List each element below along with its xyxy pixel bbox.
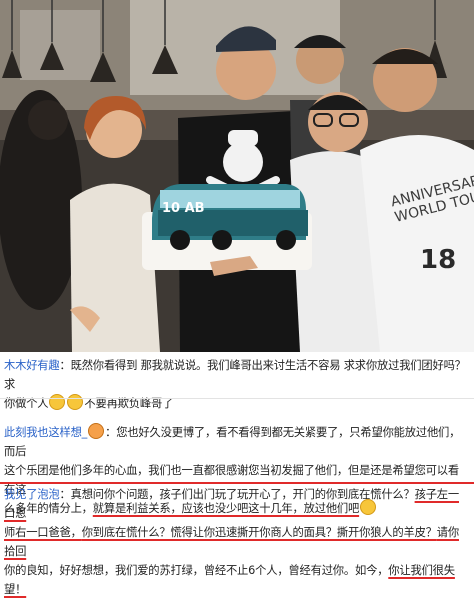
svg-text:10 AB: 10 AB bbox=[162, 201, 205, 216]
comment-1: 木木好有趣：既然你看得到 那我就说说。我们峰哥出来讨生活不容易 求求你放过我们团… bbox=[4, 356, 470, 413]
highlighted-text: 师右一口爸爸， bbox=[4, 526, 82, 539]
comment-3: 我见了泡泡：真想问你个问题，孩子们出门玩了玩开心了，开门的你到底在慌什么？孩子左… bbox=[4, 485, 470, 599]
smile-emoji-icon bbox=[49, 394, 66, 410]
group-photo: ANNIVERSARY WORLD TOUR 18 10 AB bbox=[0, 0, 474, 352]
comment-username[interactable]: 我见了泡泡 bbox=[4, 488, 60, 501]
highlighted-text: 你到底在慌什么？慌得让你迅速撕开你商人的面具？撕开你狼人的羊皮？ bbox=[81, 526, 437, 539]
comment-divider bbox=[0, 398, 474, 399]
comment-text: ：既然你看得到 那我就说说。我们峰哥出来讨生活不容易 求求你放过我们团好吗？求 bbox=[4, 359, 466, 391]
comment-username[interactable]: 此刻我也这样想_ bbox=[4, 426, 87, 439]
smile-emoji-icon bbox=[67, 394, 84, 410]
comment-text: 你的良知，好好想想，我们爱的苏打绿，曾经不止6个人，曾经有过你。如今， bbox=[4, 564, 389, 577]
svg-text:18: 18 bbox=[420, 245, 456, 275]
comment-text: ：真想问你个问题，孩子们出门玩了玩开心了，开门的你到底在慌什么？ bbox=[59, 488, 415, 501]
emoji-icon bbox=[88, 423, 105, 439]
red-underline bbox=[0, 482, 474, 484]
comment-username[interactable]: 木木好有趣 bbox=[4, 359, 60, 372]
